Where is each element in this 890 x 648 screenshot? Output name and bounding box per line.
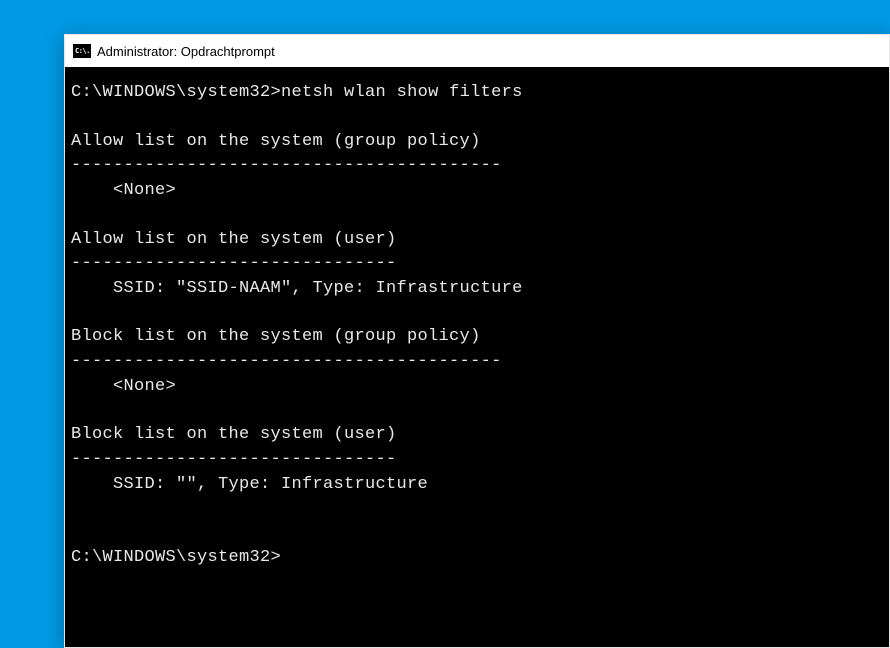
section-header: Block list on the system (user) <box>71 425 397 444</box>
section-content: SSID: "SSID-NAAM", Type: Infrastructure <box>71 279 523 298</box>
section-divider: ------------------------------- <box>71 254 397 273</box>
section-content: SSID: "", Type: Infrastructure <box>71 475 428 494</box>
section-content: <None> <box>71 181 176 200</box>
command-prompt-window: C:\. Administrator: Opdrachtprompt C:\WI… <box>64 34 890 648</box>
section-divider: ----------------------------------------… <box>71 156 502 175</box>
section-header: Allow list on the system (user) <box>71 230 397 249</box>
prompt-path: C:\WINDOWS\system32> <box>71 83 281 102</box>
blank-line <box>71 522 883 546</box>
section-divider: ----------------------------------------… <box>71 352 502 371</box>
section-divider: ------------------------------- <box>71 450 397 469</box>
blank-line <box>71 106 883 130</box>
terminal-output[interactable]: C:\WINDOWS\system32>netsh wlan show filt… <box>65 67 889 647</box>
command-text: netsh wlan show filters <box>281 83 523 102</box>
prompt-line: C:\WINDOWS\system32> <box>71 548 281 567</box>
window-title: Administrator: Opdrachtprompt <box>97 44 275 59</box>
blank-line <box>71 204 883 228</box>
section-header: Allow list on the system (group policy) <box>71 132 481 151</box>
cmd-icon-text: C:\. <box>75 47 90 55</box>
prompt-line: C:\WINDOWS\system32>netsh wlan show filt… <box>71 83 523 102</box>
titlebar[interactable]: C:\. Administrator: Opdrachtprompt <box>65 35 889 67</box>
section-content: <None> <box>71 377 176 396</box>
blank-line <box>71 399 883 423</box>
section-header: Block list on the system (group policy) <box>71 327 481 346</box>
cmd-icon: C:\. <box>73 44 91 58</box>
blank-line <box>71 301 883 325</box>
